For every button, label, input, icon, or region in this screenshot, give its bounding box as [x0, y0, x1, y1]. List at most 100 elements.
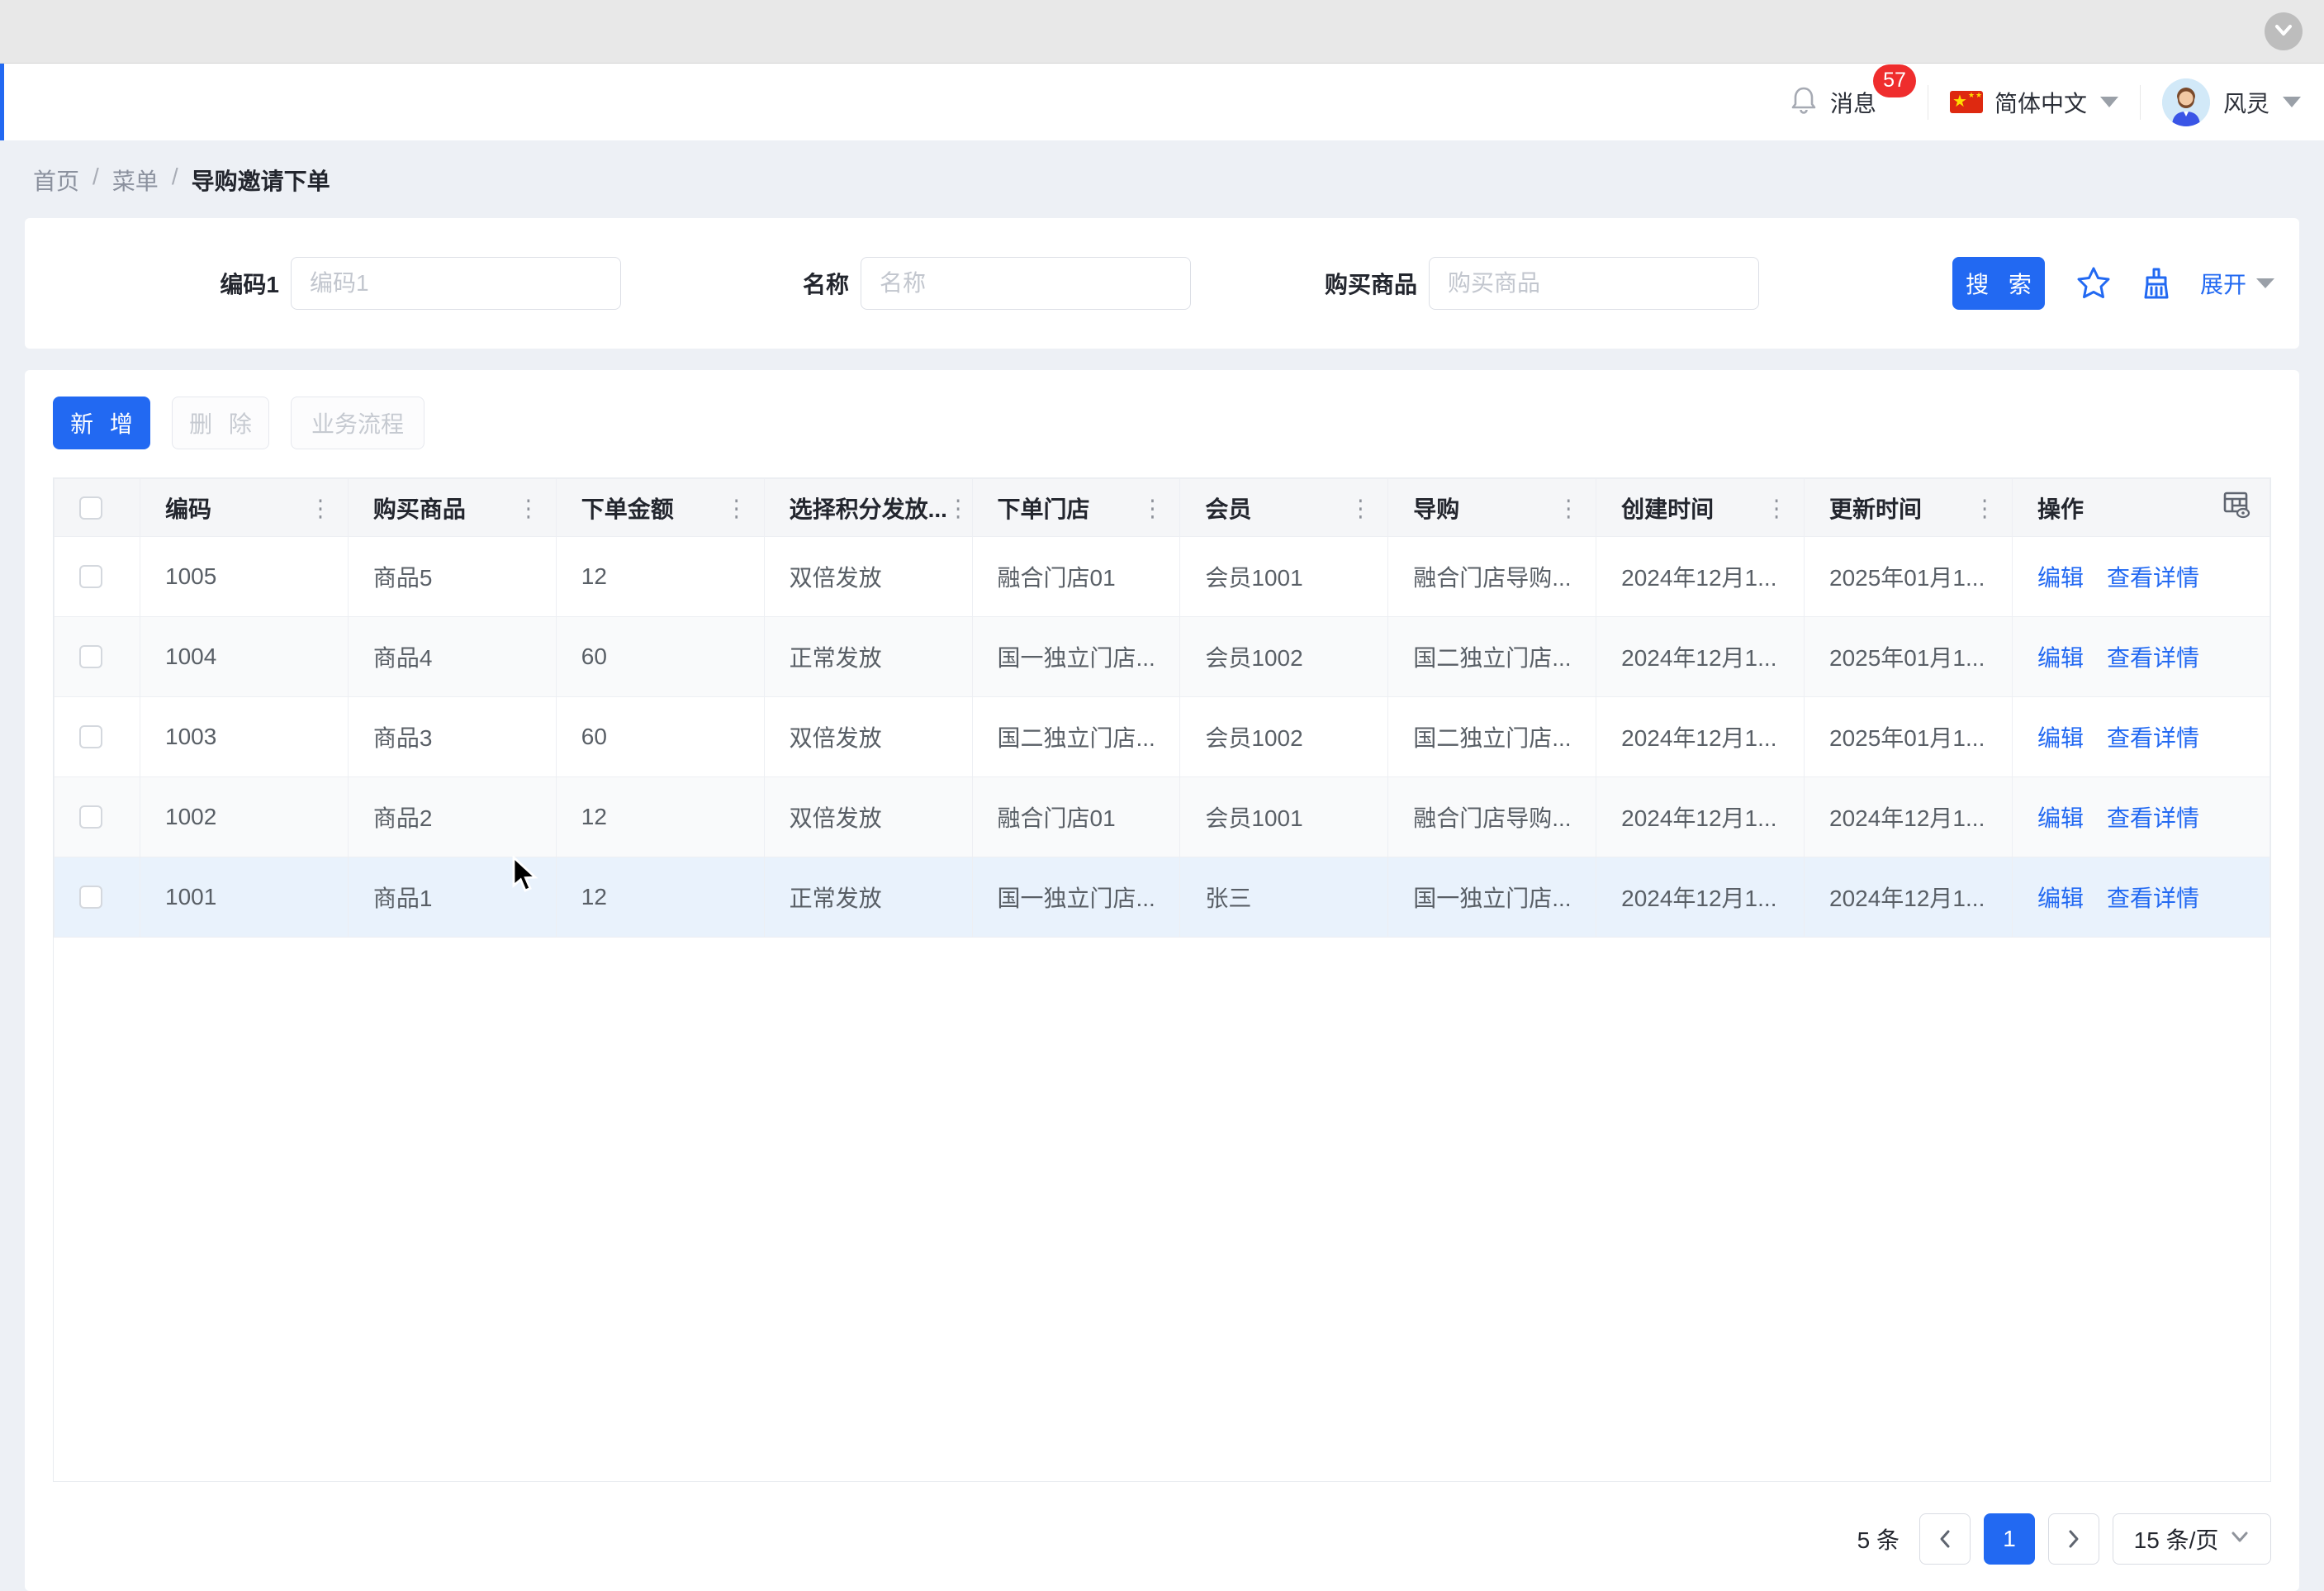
cell-updated: 2024年12月1... [1805, 857, 2013, 938]
language-selector[interactable]: ★★★ 简体中文 [1950, 86, 2118, 119]
messages-count-badge: 57 [1873, 64, 1916, 97]
expand-toggle[interactable]: 展开 [2200, 267, 2274, 300]
workflow-button[interactable]: 业务流程 [291, 397, 424, 449]
clear-broom-icon[interactable] [2137, 264, 2175, 302]
name-input[interactable] [861, 257, 1191, 310]
edit-link[interactable]: 编辑 [2037, 805, 2084, 831]
view-detail-link[interactable]: 查看详情 [2107, 886, 2199, 911]
cell-amount: 12 [556, 537, 764, 617]
cell-points: 双倍发放 [764, 537, 972, 617]
column-menu-icon[interactable]: ⋮ [1349, 496, 1371, 520]
view-detail-link[interactable]: 查看详情 [2107, 805, 2199, 831]
table-row-hovered[interactable]: 1001 商品1 12 正常发放 国一独立门店... 张三 国一独立门店... … [55, 857, 2270, 938]
cell-member: 会员1002 [1180, 617, 1388, 697]
search-button[interactable]: 搜 索 [1952, 257, 2045, 310]
page-size-value: 15 条/页 [2134, 1522, 2219, 1555]
column-menu-icon[interactable]: ⋮ [1766, 496, 1787, 520]
table-row[interactable]: 1003 商品3 60 双倍发放 国二独立门店... 会员1002 国二独立门店… [55, 697, 2270, 777]
column-menu-icon[interactable]: ⋮ [518, 496, 539, 520]
cell-points: 正常发放 [764, 617, 972, 697]
row-checkbox[interactable] [79, 725, 102, 748]
cell-guide: 国二独立门店... [1388, 617, 1596, 697]
code-input[interactable] [291, 257, 621, 310]
cell-code: 1002 [140, 777, 349, 857]
chevron-down-icon [2256, 278, 2274, 288]
row-checkbox[interactable] [79, 645, 102, 668]
user-avatar [2162, 78, 2210, 126]
search-actions: 搜 索 展开 [1952, 257, 2274, 310]
cell-store: 融合门店01 [972, 777, 1180, 857]
code-field-label: 编码1 [182, 267, 279, 300]
row-checkbox[interactable] [79, 886, 102, 909]
cell-created: 2024年12月1... [1596, 697, 1805, 777]
messages-menu[interactable]: 消息 57 [1830, 86, 1876, 119]
cell-product: 商品4 [348, 617, 556, 697]
cell-product: 商品5 [348, 537, 556, 617]
collapse-toolbar-button[interactable] [2265, 12, 2303, 50]
app-header: 消息 57 ★★★ 简体中文 风灵 [0, 64, 2324, 140]
cell-product: 商品1 [348, 857, 556, 938]
cell-product: 商品2 [348, 777, 556, 857]
cell-created: 2024年12月1... [1596, 777, 1805, 857]
cell-code: 1005 [140, 537, 349, 617]
view-detail-link[interactable]: 查看详情 [2107, 565, 2199, 591]
column-header-created: 创建时间 [1621, 492, 1714, 525]
cell-store: 国二独立门店... [972, 697, 1180, 777]
breadcrumb: 首页 / 菜单 / 导购邀请下单 [0, 140, 2324, 197]
chevron-down-icon [2273, 19, 2294, 45]
row-checkbox[interactable] [79, 565, 102, 588]
product-input[interactable] [1429, 257, 1759, 310]
user-menu[interactable]: 风灵 [2162, 78, 2301, 126]
prev-page-button[interactable] [1919, 1513, 1971, 1565]
row-checkbox[interactable] [79, 805, 102, 829]
breadcrumb-separator: / [172, 164, 178, 197]
column-header-amount: 下单金额 [581, 492, 674, 525]
cell-member: 会员1002 [1180, 697, 1388, 777]
edit-link[interactable]: 编辑 [2037, 725, 2084, 751]
column-menu-icon[interactable]: ⋮ [1141, 496, 1163, 520]
table-row[interactable]: 1004 商品4 60 正常发放 国一独立门店... 会员1002 国二独立门店… [55, 617, 2270, 697]
page-size-select[interactable]: 15 条/页 [2113, 1513, 2271, 1565]
cell-created: 2024年12月1... [1596, 537, 1805, 617]
column-header-actions: 操作 [2037, 492, 2084, 525]
column-header-points: 选择积分发放... [790, 492, 947, 525]
favorite-star-icon[interactable] [2075, 264, 2113, 302]
cell-updated: 2024年12月1... [1805, 777, 2013, 857]
cell-guide: 融合门店导购... [1388, 777, 1596, 857]
name-field-label: 名称 [752, 267, 849, 300]
table-row[interactable]: 1002 商品2 12 双倍发放 融合门店01 会员1001 融合门店导购...… [55, 777, 2270, 857]
add-button[interactable]: 新 增 [53, 397, 150, 449]
cell-amount: 60 [556, 617, 764, 697]
delete-button[interactable]: 删 除 [172, 397, 269, 449]
view-detail-link[interactable]: 查看详情 [2107, 725, 2199, 751]
view-detail-link[interactable]: 查看详情 [2107, 645, 2199, 671]
edit-link[interactable]: 编辑 [2037, 645, 2084, 671]
cell-member: 张三 [1180, 857, 1388, 938]
search-field-code: 编码1 [182, 257, 621, 310]
cell-member: 会员1001 [1180, 537, 1388, 617]
column-menu-icon[interactable]: ⋮ [1974, 496, 1995, 520]
cell-code: 1003 [140, 697, 349, 777]
cell-guide: 融合门店导购... [1388, 537, 1596, 617]
breadcrumb-menu[interactable]: 菜单 [112, 164, 159, 197]
edit-link[interactable]: 编辑 [2037, 886, 2084, 911]
notification-bell-icon[interactable] [1789, 85, 1819, 119]
column-settings-icon[interactable] [2220, 488, 2253, 527]
chevron-down-icon [2283, 97, 2301, 107]
browser-top-strip [0, 0, 2324, 64]
page-number-active[interactable]: 1 [1984, 1513, 2035, 1565]
breadcrumb-home[interactable]: 首页 [33, 164, 79, 197]
cell-updated: 2025年01月1... [1805, 617, 2013, 697]
column-menu-icon[interactable]: ⋮ [1558, 496, 1579, 520]
table-row[interactable]: 1005 商品5 12 双倍发放 融合门店01 会员1001 融合门店导购...… [55, 537, 2270, 617]
cell-product: 商品3 [348, 697, 556, 777]
column-menu-icon[interactable]: ⋮ [310, 496, 331, 520]
column-menu-icon[interactable]: ⋮ [947, 496, 969, 520]
select-all-checkbox[interactable] [79, 496, 102, 520]
column-menu-icon[interactable]: ⋮ [726, 496, 747, 520]
cell-member: 会员1001 [1180, 777, 1388, 857]
column-header-code: 编码 [165, 492, 211, 525]
breadcrumb-separator: / [92, 164, 99, 197]
next-page-button[interactable] [2048, 1513, 2099, 1565]
edit-link[interactable]: 编辑 [2037, 565, 2084, 591]
